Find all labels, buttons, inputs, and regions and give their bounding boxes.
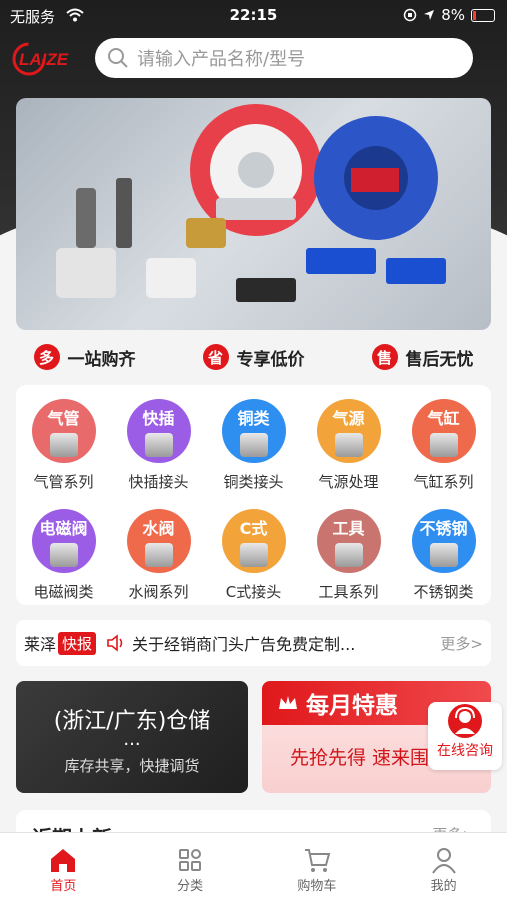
online-consult-label: 在线咨询: [437, 743, 493, 759]
category-tag: C式: [239, 519, 268, 538]
category-label: C式接头: [225, 583, 282, 601]
monthly-deals-title: 每月特惠: [306, 693, 398, 719]
cart-icon: [304, 849, 331, 872]
promo-banner[interactable]: [16, 98, 491, 330]
banner-product-image: [56, 104, 446, 302]
customer-service-icon: [448, 704, 482, 738]
category-item[interactable]: 铜类 铜类接头: [206, 385, 301, 495]
tab-label: 我的: [430, 879, 457, 894]
category-tag: 电磁阀: [39, 519, 88, 538]
category-icon: 工具: [316, 509, 381, 573]
feature-label: 售后无忧: [405, 349, 474, 370]
battery-icon: [471, 8, 495, 22]
feature-label: 一站购齐: [67, 349, 136, 370]
category-tag: 气源: [332, 409, 365, 428]
news-message[interactable]: 关于经销商门头广告免费定制...: [132, 631, 404, 655]
category-label: 不锈钢类: [413, 583, 474, 601]
feature-item: 售 售后无忧: [371, 344, 474, 370]
tab-cart[interactable]: 购物车: [254, 833, 381, 901]
category-tag: 工具: [332, 519, 365, 538]
category-label: 气管系列: [33, 473, 94, 491]
category-item[interactable]: C式 C式接头: [206, 495, 301, 605]
warehouse-title-ellipsis: ...: [123, 729, 141, 750]
category-icon: 电磁阀: [31, 509, 96, 573]
category-tag: 气管: [47, 409, 80, 428]
category-icon: 水阀: [126, 509, 191, 573]
crown-icon: [279, 696, 297, 709]
search-icon: [108, 48, 128, 68]
category-grid: 气管 气管系列 快插 快插接头 铜类 铜类接头 气源 气源处理 气缸 气缸系列 …: [16, 385, 491, 605]
category-tag: 铜类: [237, 409, 270, 428]
tab-label: 首页: [50, 879, 77, 894]
category-icon: 气源: [316, 399, 381, 463]
tab-label: 分类: [177, 879, 204, 894]
feature-strip: 多 一站购齐 省 专享低价 售 售后无忧: [0, 340, 507, 374]
category-item[interactable]: 气缸 气缸系列: [396, 385, 491, 495]
warehouse-promo-card[interactable]: (浙江/广东)仓储 ... 库存共享，快捷调货: [16, 681, 248, 793]
category-item[interactable]: 电磁阀 电磁阀类: [16, 495, 111, 605]
grid-icon: [179, 849, 202, 871]
battery-percent: 8%: [441, 6, 465, 24]
category-item[interactable]: 不锈钢 不锈钢类: [396, 495, 491, 605]
logo-text: LAIZE: [19, 50, 69, 69]
tab-label: 购物车: [297, 879, 337, 894]
category-tag: 气缸: [427, 409, 460, 428]
category-tag: 快插: [142, 409, 175, 428]
category-icon: 气管: [31, 399, 96, 463]
tab-category[interactable]: 分类: [127, 833, 254, 901]
user-icon: [431, 848, 456, 874]
category-tag: 不锈钢: [419, 519, 468, 538]
category-label: 快插接头: [128, 473, 189, 491]
category-item[interactable]: 工具 工具系列: [301, 495, 396, 605]
category-item[interactable]: 水阀 水阀系列: [111, 495, 206, 605]
category-icon: 快插: [126, 399, 191, 463]
warehouse-subtitle: 库存共享，快捷调货: [64, 757, 200, 775]
category-icon: 气缸: [411, 399, 476, 463]
status-bar: 无服务 22:15 8%: [0, 0, 507, 30]
speaker-icon: [107, 634, 123, 652]
category-label: 电磁阀类: [33, 583, 94, 601]
news-more-link[interactable]: 更多>: [440, 633, 483, 654]
feature-item: 省 专享低价: [202, 344, 305, 370]
feature-badge: 售: [371, 344, 398, 370]
category-label: 水阀系列: [128, 583, 189, 601]
laize-logo: LAIZE: [12, 42, 69, 76]
category-item[interactable]: 气源 气源处理: [301, 385, 396, 495]
category-tag: 水阀: [142, 519, 175, 538]
orientation-lock-icon: [403, 8, 417, 22]
category-label: 工具系列: [318, 583, 379, 601]
news-badge: 快报: [58, 631, 97, 655]
category-label: 铜类接头: [223, 473, 284, 491]
search-input[interactable]: 请输入产品名称/型号: [95, 38, 473, 78]
feature-item: 多 一站购齐: [33, 344, 136, 370]
feature-badge: 多: [33, 344, 60, 370]
tab-profile[interactable]: 我的: [380, 833, 507, 901]
category-icon: 铜类: [221, 399, 286, 463]
online-consult-button[interactable]: 在线咨询: [428, 702, 502, 770]
home-icon: [51, 849, 76, 872]
feature-label: 专享低价: [236, 349, 305, 370]
category-label: 气缸系列: [413, 473, 474, 491]
search-placeholder: 请输入产品名称/型号: [137, 49, 306, 70]
category-icon: C式: [221, 509, 286, 573]
category-label: 气源处理: [318, 473, 379, 491]
tab-home[interactable]: 首页: [0, 833, 127, 901]
news-ticker[interactable]: 莱泽 快报 关于经销商门头广告免费定制... 更多>: [16, 620, 491, 666]
feature-badge: 省: [202, 344, 229, 370]
news-brand: 莱泽: [24, 635, 57, 654]
bottom-tab-bar: 首页 分类 购物车 我的: [0, 832, 507, 901]
location-icon: [424, 10, 435, 20]
category-item[interactable]: 快插 快插接头: [111, 385, 206, 495]
category-item[interactable]: 气管 气管系列: [16, 385, 111, 495]
category-icon: 不锈钢: [411, 509, 476, 573]
